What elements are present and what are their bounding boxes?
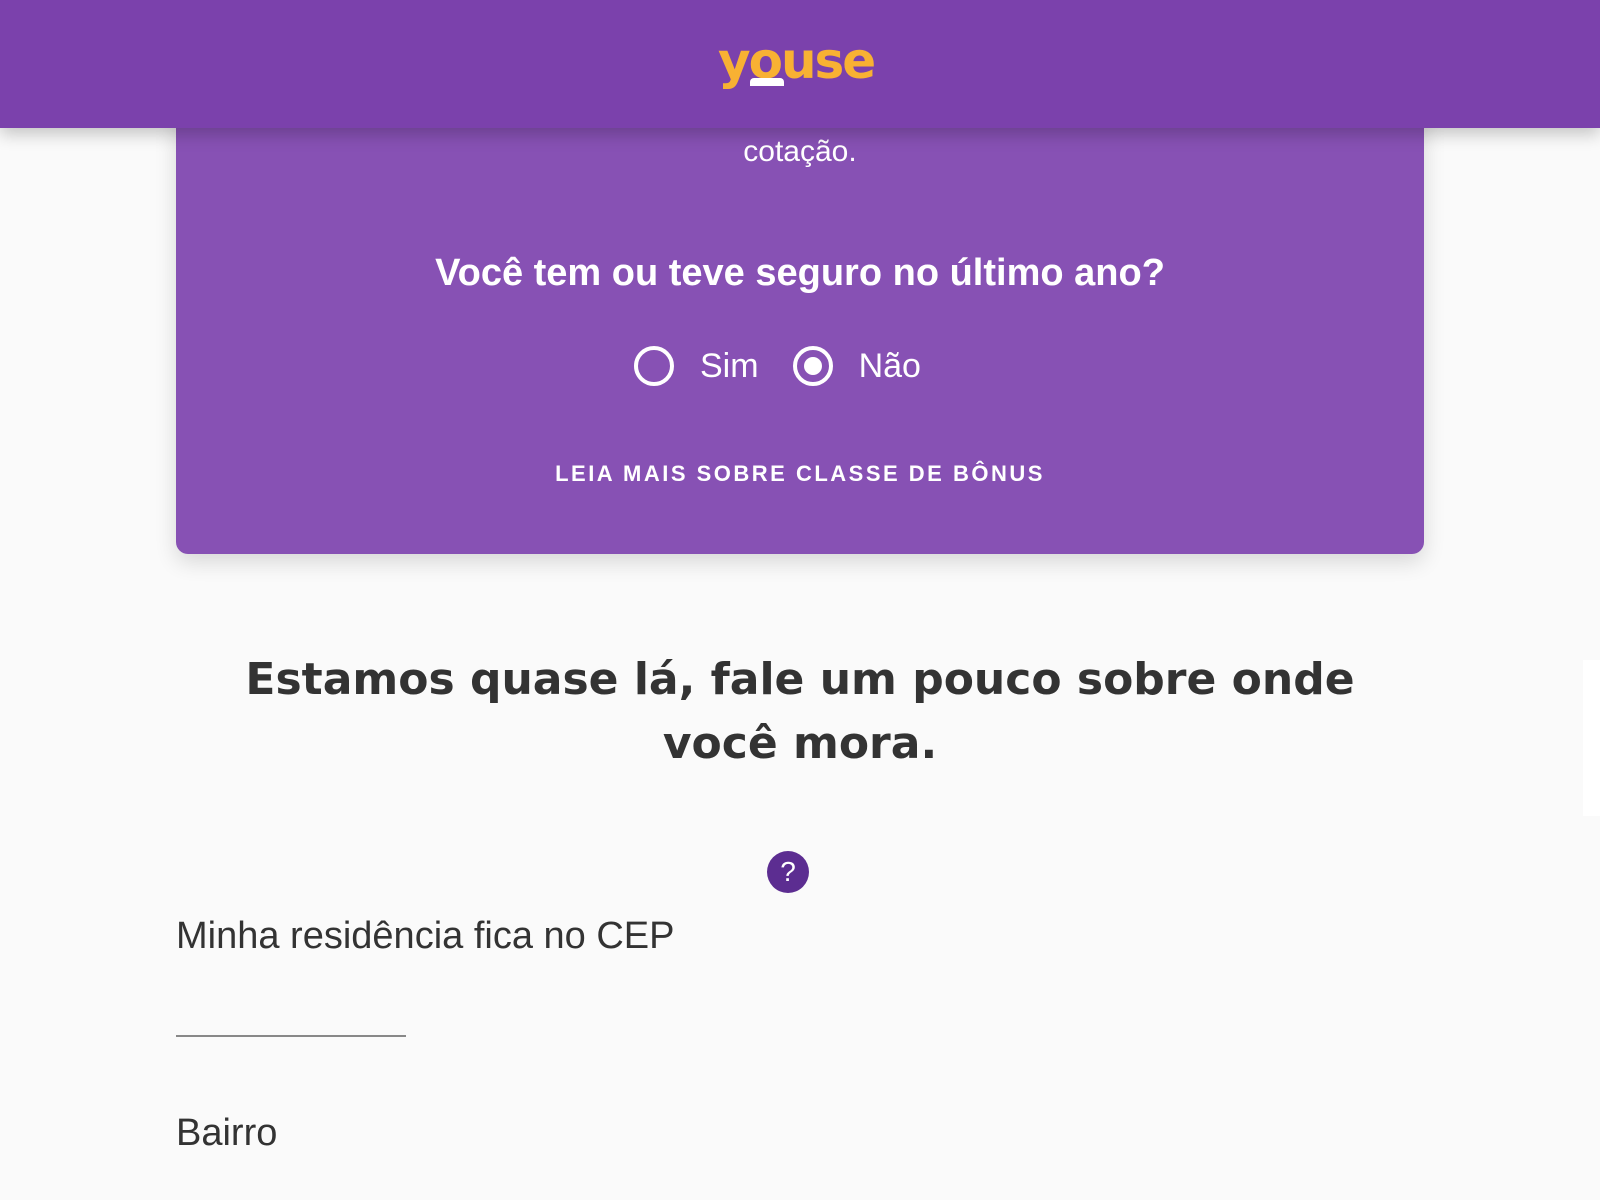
insurance-question: Você tem ou teve seguro no último ano?	[435, 252, 1165, 294]
radio-sim-circle[interactable]	[634, 346, 674, 386]
radio-sim-label[interactable]: Sim	[700, 346, 759, 386]
radio-option-sim[interactable]: Sim	[634, 346, 759, 386]
bonus-class-link[interactable]: LEIA MAIS SOBRE CLASSE DE BÔNUS	[0, 460, 1600, 488]
card-intro-text: cotação.	[743, 135, 857, 168]
insurance-radio-group: Sim Não	[634, 341, 921, 391]
youse-logo[interactable]: YOUSE	[718, 30, 884, 92]
top-header: YOUSE	[0, 0, 1600, 128]
radio-nao-label[interactable]: Não	[859, 346, 921, 386]
logo-text: YOUSE	[718, 32, 876, 90]
section-heading: Estamos quase lá, fale um pouco sobre on…	[245, 654, 1355, 769]
bairro-label: Bairro	[176, 1112, 278, 1154]
side-tab	[1583, 660, 1600, 816]
question-icon[interactable]: ?	[767, 851, 809, 893]
cep-label: Minha residência fica no CEP	[176, 915, 675, 957]
radio-nao-circle[interactable]	[792, 346, 833, 386]
page: YOUSE cotação. Você tem ou teve seguro n…	[0, 0, 1600, 1200]
radio-option-nao[interactable]: Não	[792, 346, 921, 386]
logo-underline-mark	[750, 78, 784, 86]
cep-input[interactable]	[176, 985, 406, 1037]
